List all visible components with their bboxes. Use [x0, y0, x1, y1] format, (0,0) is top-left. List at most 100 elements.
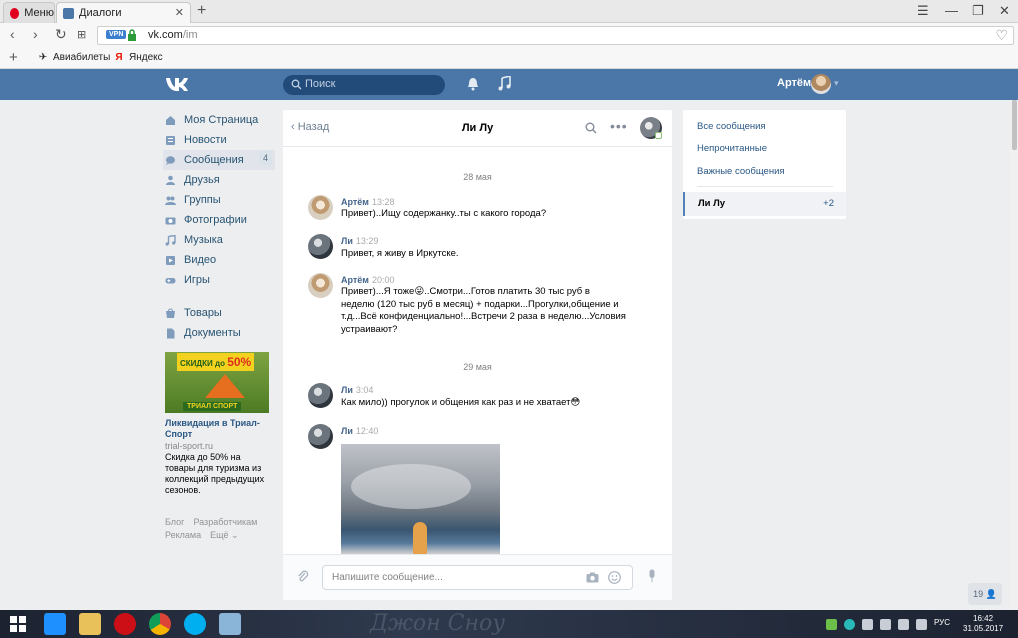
ad-brand: ТРИАЛ СПОРТ [183, 402, 242, 411]
tab-dialogs[interactable]: Диалоги ✕ [56, 2, 191, 23]
music-note-icon[interactable] [498, 76, 511, 91]
more-icon[interactable]: ••• [610, 118, 628, 134]
camera-icon[interactable] [586, 572, 599, 583]
author-name[interactable]: Артём [341, 197, 369, 207]
app-icon[interactable] [219, 613, 241, 635]
sidebar-item-video[interactable]: Видео [165, 250, 275, 270]
opera-icon [10, 7, 20, 19]
author-name[interactable]: Ли [341, 385, 353, 395]
avatar[interactable] [308, 273, 333, 298]
ad-banner-top: СКИДКИ [180, 359, 213, 368]
sidebar-item-my-page[interactable]: Моя Страница [165, 110, 275, 130]
sidebar-item-photos[interactable]: Фотографии [165, 210, 275, 230]
volume-icon[interactable] [916, 618, 927, 630]
ad-image[interactable]: СКИДКИ до 50% ТРИАЛ СПОРТ [165, 352, 269, 413]
sidebar-item-music[interactable]: Музыка [165, 230, 275, 250]
sidebar-item-news[interactable]: Новости [165, 130, 275, 150]
add-bookmark-button[interactable]: + [9, 49, 18, 66]
new-tab-button[interactable]: + [197, 2, 206, 20]
message-author[interactable]: Артём 20:00 [341, 275, 394, 285]
back-icon[interactable]: ‹ [10, 26, 15, 42]
forward-icon[interactable]: › [33, 26, 38, 42]
skype-icon[interactable] [184, 613, 206, 635]
vk-logo-icon[interactable] [165, 75, 189, 93]
avatar[interactable] [811, 74, 831, 94]
page-scrollbar[interactable] [1011, 100, 1018, 610]
tab-menu-icon[interactable]: ☰ [917, 3, 929, 19]
url-field[interactable]: VPN vk.com/im ♡ [97, 26, 1014, 45]
heart-icon[interactable]: ♡ [995, 27, 1008, 44]
gamepad-icon [165, 277, 176, 283]
scrollbar-thumb[interactable] [1012, 100, 1017, 150]
message-author[interactable]: Ли 12:40 [341, 426, 378, 436]
footer-link-more[interactable]: Ещё ⌄ [210, 530, 238, 540]
avatar[interactable] [308, 383, 333, 408]
sidebar-item-messages[interactable]: Сообщения 4 [163, 150, 275, 170]
message-history[interactable]: 28 мая Артём 13:28 Привет)..Ищу содержанк… [283, 148, 672, 554]
bookmark-aviabilety[interactable]: ✈ Авиабилеты [38, 52, 110, 63]
clock[interactable]: 16:42 31.05.2017 [963, 614, 1003, 634]
microphone-icon[interactable] [648, 569, 656, 583]
tab-menu[interactable]: Меню [3, 2, 55, 23]
bookmark-yandex[interactable]: Я Яндекс [114, 52, 162, 63]
close-icon[interactable]: ✕ [175, 6, 184, 19]
message-author[interactable]: Артём 13:28 [341, 197, 394, 207]
bell-icon[interactable] [467, 77, 479, 91]
reload-icon[interactable]: ↻ [55, 26, 67, 43]
vpn-badge[interactable]: VPN [106, 30, 127, 39]
footer-link-ads[interactable]: Реклама [165, 530, 201, 540]
search-icon [291, 79, 302, 90]
footer-link-developers[interactable]: Разработчикам [193, 517, 257, 527]
filter-important[interactable]: Важные сообщения [697, 166, 785, 177]
active-dialog-item[interactable]: Ли Лу +2 [683, 192, 846, 216]
ad-title[interactable]: Ликвидация в Триал-Спорт [165, 418, 269, 440]
message-input[interactable]: Напишите сообщение... [322, 565, 633, 590]
author-name[interactable]: Артём [341, 275, 369, 285]
messages-count-badge: 4 [258, 151, 272, 165]
divider [697, 186, 833, 187]
opera-icon[interactable] [114, 613, 136, 635]
clock-time: 16:42 [973, 614, 994, 623]
flag-icon[interactable] [862, 618, 873, 630]
tray-app-icon[interactable] [844, 618, 855, 630]
paperclip-icon[interactable] [297, 570, 309, 584]
avatar[interactable] [308, 234, 333, 259]
user-name[interactable]: Артём [777, 77, 811, 89]
minimize-icon[interactable]: — [945, 3, 958, 18]
close-window-icon[interactable]: ✕ [999, 3, 1010, 19]
filter-unread[interactable]: Непрочитанные [697, 143, 767, 154]
footer-link-blog[interactable]: Блог [165, 517, 184, 527]
sidebar-item-groups[interactable]: Группы [165, 190, 275, 210]
news-icon [166, 135, 175, 145]
sidebar-item-games[interactable]: Игры [165, 270, 275, 290]
message-author[interactable]: Ли 13:29 [341, 236, 378, 246]
ad-block[interactable]: СКИДКИ до 50% ТРИАЛ СПОРТ Ликвидация в Т… [165, 352, 269, 496]
message-author[interactable]: Ли 3:04 [341, 385, 373, 395]
emoji-icon[interactable] [608, 571, 621, 584]
maximize-icon[interactable]: ❐ [972, 3, 984, 19]
battery-icon[interactable] [898, 618, 909, 630]
folder-icon[interactable] [79, 613, 101, 635]
network-icon[interactable] [880, 618, 891, 630]
search-input[interactable]: Поиск [283, 75, 445, 95]
windows-start-icon[interactable] [10, 616, 26, 632]
filter-all-messages[interactable]: Все сообщения [697, 121, 766, 132]
speed-dial-icon[interactable]: ⊞ [77, 28, 86, 41]
address-toolbar: ‹ › ↻ ⊞ VPN vk.com/im ♡ [0, 23, 1018, 47]
author-name[interactable]: Ли [341, 236, 353, 246]
tray-app-icon[interactable] [826, 618, 837, 630]
sidebar-item-goods[interactable]: Товары [165, 303, 275, 323]
avatar[interactable] [308, 195, 333, 220]
chrome-icon[interactable] [149, 613, 171, 635]
chevron-down-icon[interactable]: ▾ [834, 78, 839, 89]
message-text: Привет)...Я тоже😜..Смотри...Готов платит… [341, 286, 626, 335]
ie-icon[interactable] [44, 613, 66, 635]
sidebar-item-friends[interactable]: Друзья [165, 170, 275, 190]
message-photo[interactable] [341, 444, 500, 554]
search-icon[interactable] [585, 122, 597, 134]
sidebar-item-documents[interactable]: Документы [165, 323, 275, 343]
author-name[interactable]: Ли [341, 426, 353, 436]
avatar[interactable] [308, 424, 333, 449]
online-friends-button[interactable]: 19 👤 [968, 583, 1002, 605]
language-indicator[interactable]: РУС [934, 618, 950, 627]
